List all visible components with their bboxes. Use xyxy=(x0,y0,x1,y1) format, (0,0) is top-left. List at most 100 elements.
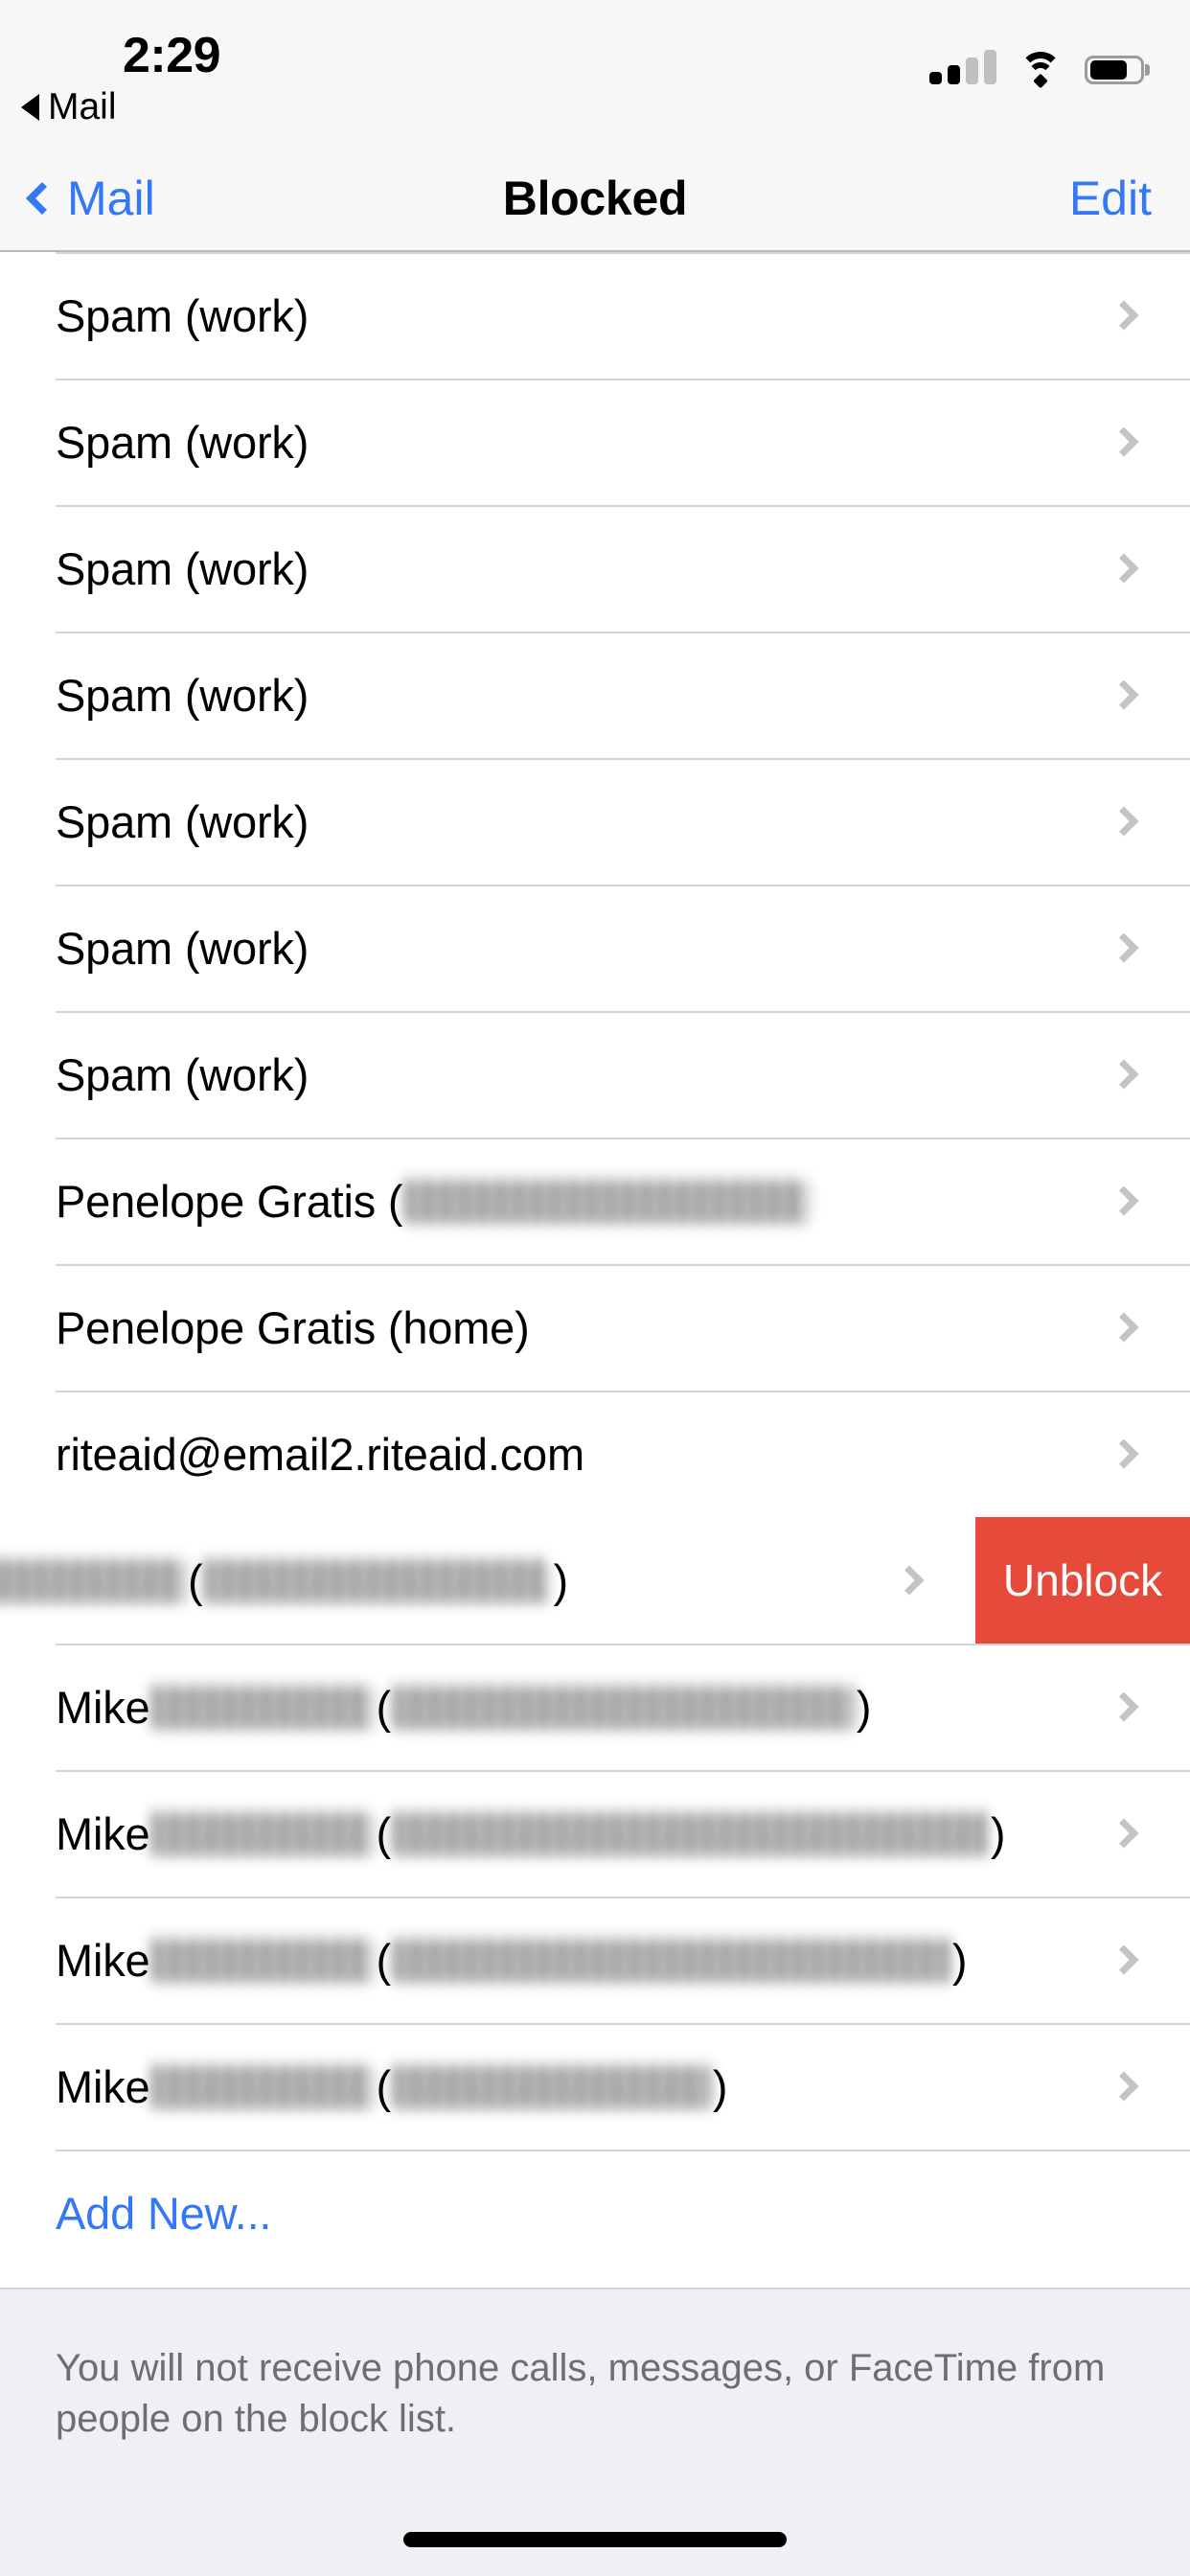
row-label: Spam (work) xyxy=(56,289,309,341)
table-row[interactable]: () Unblock xyxy=(0,1517,1190,1644)
table-row[interactable]: Spam (work) xyxy=(0,885,1190,1011)
chevron-right-icon xyxy=(1109,806,1139,837)
chevron-right-icon xyxy=(1109,932,1139,963)
status-bar-indicators xyxy=(929,40,1144,89)
row-separator xyxy=(56,758,1190,760)
status-bar-back-app-label: Mail xyxy=(48,86,117,127)
redacted-text xyxy=(393,2064,710,2108)
chevron-right-icon xyxy=(894,1565,925,1596)
table-row[interactable]: Mike () xyxy=(0,1897,1190,2023)
row-label: ) xyxy=(990,1807,1006,1859)
row-label: Spam (work) xyxy=(56,669,309,721)
row-separator xyxy=(56,1264,1190,1266)
back-triangle-icon xyxy=(21,94,39,121)
row-label: Penelope Gratis ( xyxy=(56,1175,403,1227)
row-label: ) xyxy=(951,1934,968,1986)
row-label: Mike xyxy=(56,1934,150,1986)
row-separator xyxy=(56,1011,1190,1013)
row-label: ( xyxy=(376,1934,391,1986)
row-label: Mike xyxy=(56,1807,150,1859)
row-separator xyxy=(56,632,1190,633)
row-label: Spam (work) xyxy=(56,795,309,847)
table-row[interactable]: Mike () xyxy=(0,1770,1190,1897)
chevron-right-icon xyxy=(1109,553,1139,584)
add-new-label: Add New... xyxy=(56,2187,272,2239)
table-row[interactable]: riteaid@email2.riteaid.com xyxy=(0,1391,1190,1517)
row-separator xyxy=(56,885,1190,886)
chevron-right-icon xyxy=(1109,1059,1139,1090)
table-row[interactable]: Penelope Gratis ( xyxy=(0,1138,1190,1264)
cellular-signal-icon xyxy=(929,50,996,84)
redacted-text xyxy=(152,1811,374,1855)
back-button-label: Mail xyxy=(67,171,155,225)
unblock-button[interactable]: Unblock xyxy=(975,1517,1190,1644)
row-separator xyxy=(56,1391,1190,1392)
row-label: Spam (work) xyxy=(56,922,309,974)
table-row[interactable]: Spam (work) xyxy=(0,505,1190,632)
table-row[interactable]: Spam (work) xyxy=(0,379,1190,505)
redacted-text xyxy=(152,1938,374,1982)
chevron-right-icon xyxy=(1109,1185,1139,1216)
row-label: Spam (work) xyxy=(56,542,309,594)
row-label: Penelope Gratis (home) xyxy=(56,1301,530,1353)
row-label: ( xyxy=(188,1554,203,1606)
row-separator xyxy=(56,1897,1190,1898)
redacted-text xyxy=(152,2064,374,2108)
row-label: Mike xyxy=(56,2060,150,2112)
home-indicator-bar[interactable] xyxy=(403,2532,787,2547)
row-separator xyxy=(56,505,1190,507)
row-label: Spam (work) xyxy=(56,416,309,468)
row-label: ( xyxy=(376,2060,391,2112)
edit-button[interactable]: Edit xyxy=(1069,171,1152,226)
chevron-right-icon xyxy=(1109,1691,1139,1722)
footer-description: You will not receive phone calls, messag… xyxy=(56,2347,1106,2440)
table-row[interactable]: Mike () xyxy=(0,2023,1190,2150)
row-separator xyxy=(56,1138,1190,1139)
status-bar-time: 2:29 xyxy=(123,28,221,83)
table-row[interactable]: Penelope Gratis (home) xyxy=(0,1264,1190,1391)
status-bar: 2:29 Mail xyxy=(0,0,1190,146)
table-row[interactable]: Spam (work) xyxy=(0,758,1190,885)
table-row[interactable]: Spam (work) xyxy=(0,632,1190,758)
row-separator xyxy=(56,2150,1190,2151)
back-button[interactable]: Mail xyxy=(26,171,155,226)
row-separator xyxy=(56,252,1190,254)
row-label: ( xyxy=(376,1681,391,1733)
row-separator xyxy=(56,1644,1190,1645)
row-separator xyxy=(56,2023,1190,2025)
status-bar-back-to-app[interactable]: Mail xyxy=(21,86,117,128)
redacted-text xyxy=(393,1938,950,1982)
blocked-list[interactable]: Spam (work) Spam (work) Spam (work) Spam (w… xyxy=(0,252,1190,2288)
battery-icon xyxy=(1085,56,1144,84)
redacted-text xyxy=(0,1558,185,1602)
chevron-right-icon xyxy=(1109,1312,1139,1343)
table-row[interactable]: Mike () xyxy=(0,1644,1190,1770)
chevron-right-icon xyxy=(1109,679,1139,710)
chevron-right-icon xyxy=(1109,1438,1139,1469)
row-label: ) xyxy=(553,1554,568,1606)
row-label: riteaid@email2.riteaid.com xyxy=(56,1428,584,1480)
row-label: ( xyxy=(376,1807,391,1859)
add-new-button[interactable]: Add New... xyxy=(0,2150,1190,2276)
redacted-text xyxy=(393,1685,854,1729)
row-separator xyxy=(56,1770,1190,1772)
chevron-right-icon xyxy=(1109,2071,1139,2102)
chevron-right-icon xyxy=(1109,426,1139,457)
row-label: Spam (work) xyxy=(56,1048,309,1100)
redacted-text xyxy=(205,1558,551,1602)
row-separator xyxy=(56,379,1190,380)
row-label: ) xyxy=(856,1681,872,1733)
row-label: Mike xyxy=(56,1681,150,1733)
blocked-contacts-screen: 2:29 Mail Mail Blocked Edit Spam (work) S… xyxy=(0,0,1190,2576)
home-indicator-area xyxy=(0,2490,1190,2576)
redacted-text xyxy=(393,1811,988,1855)
redacted-text xyxy=(405,1179,809,1223)
wifi-icon xyxy=(1018,50,1064,89)
table-row[interactable]: Spam (work) xyxy=(0,252,1190,379)
chevron-right-icon xyxy=(1109,300,1139,331)
chevron-left-icon xyxy=(26,181,58,215)
row-content[interactable]: () xyxy=(0,1517,975,1644)
navigation-bar: Mail Blocked Edit xyxy=(0,146,1190,252)
redacted-text xyxy=(152,1685,374,1729)
table-row[interactable]: Spam (work) xyxy=(0,1011,1190,1138)
